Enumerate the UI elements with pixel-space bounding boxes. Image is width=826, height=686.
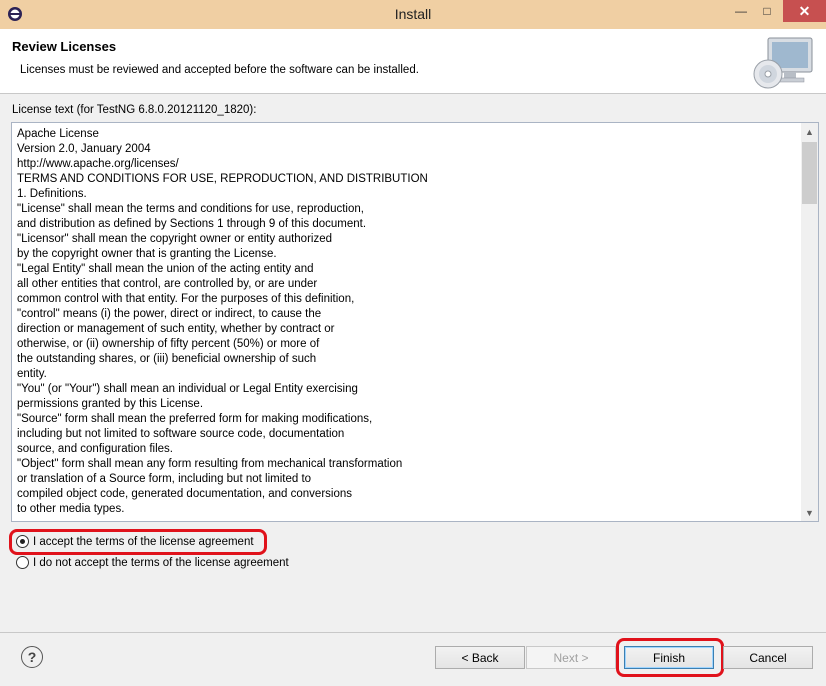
decline-radio[interactable] (16, 556, 29, 569)
decline-label[interactable]: I do not accept the terms of the license… (33, 557, 289, 569)
minimize-icon[interactable]: — (730, 0, 752, 22)
scroll-up-icon[interactable]: ▲ (801, 123, 818, 140)
license-scrollbar[interactable]: ▲ ▼ (801, 123, 818, 521)
next-button[interactable]: Next > (526, 646, 616, 669)
scroll-thumb[interactable] (802, 142, 817, 204)
accept-highlight (9, 529, 267, 555)
license-text: Apache License Version 2.0, January 2004… (17, 128, 428, 515)
help-icon[interactable]: ? (21, 646, 43, 668)
close-icon[interactable]: ✕ (783, 0, 826, 22)
decline-option[interactable]: I do not accept the terms of the license… (16, 556, 289, 569)
page-title: Review Licenses (12, 39, 117, 54)
back-button[interactable]: < Back (435, 646, 525, 669)
maximize-icon[interactable]: □ (756, 0, 778, 22)
window-title: Install (394, 6, 432, 22)
page-description: Licenses must be reviewed and accepted b… (20, 64, 419, 76)
footer-divider (0, 632, 826, 633)
license-text-area[interactable]: Apache License Version 2.0, January 2004… (11, 122, 819, 522)
computer-cd-icon (753, 37, 813, 89)
scroll-down-icon[interactable]: ▼ (801, 504, 818, 521)
finish-highlight (616, 638, 724, 677)
title-bar: Install — □ ✕ (0, 0, 826, 29)
license-label: License text (for TestNG 6.8.0.20121120_… (12, 104, 257, 116)
wizard-header: Review Licenses Licenses must be reviewe… (0, 29, 826, 94)
cancel-button[interactable]: Cancel (723, 646, 813, 669)
